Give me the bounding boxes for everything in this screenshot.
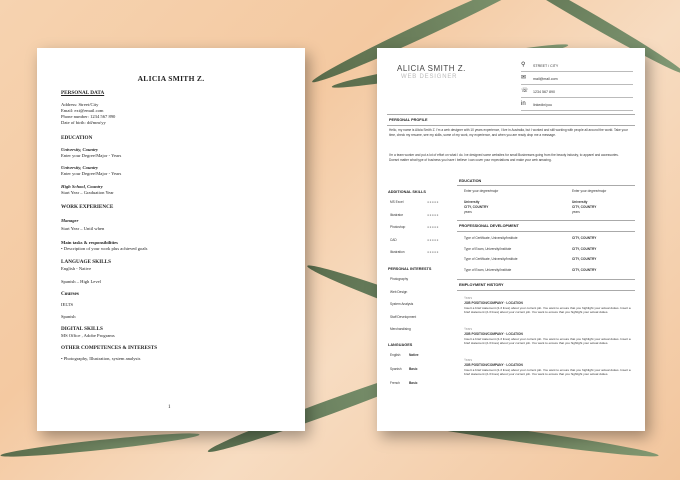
resume-page-right: ALICIA SMITH Z. WEB DESIGNER ⚲ STREET / C… bbox=[377, 48, 645, 431]
contact-row: ✉ mail@mail.com bbox=[521, 75, 633, 85]
resume-name: ALICIA SMITH Z. bbox=[397, 64, 466, 73]
job-title: WEB DESIGNER bbox=[401, 74, 458, 80]
prof-dev-heading: PROFESSIONAL DEVELOPMENT bbox=[459, 224, 519, 228]
contact-value: STREET / CITY bbox=[533, 64, 559, 68]
linkedin-icon: in bbox=[521, 101, 526, 107]
interest-item: Staff Development bbox=[390, 314, 417, 319]
job-years: Years bbox=[464, 358, 473, 362]
job-title: JOB POSITION/COMPANY · LOCATION bbox=[464, 363, 523, 367]
dob-text: Date of birth: dd/mm/yy bbox=[61, 120, 106, 125]
language-1: English - Native bbox=[61, 266, 92, 271]
tasks-detail: • Description of your work plus achieved… bbox=[61, 246, 148, 251]
other-heading: OTHER COMPETENCES & INTERESTS bbox=[61, 345, 158, 351]
edu2-detail: Enter your Degree/Major - Years bbox=[61, 171, 122, 176]
work-heading: WORK EXPERIENCE bbox=[61, 204, 114, 210]
location-pin-icon: ⚲ bbox=[521, 62, 526, 68]
contact-row: ☏ 1234 567 890 bbox=[521, 88, 633, 98]
job-description: Insert a brief statement (2-3 lines) abo… bbox=[464, 368, 631, 377]
employment-heading: EMPLOYMENT HISTORY bbox=[459, 283, 504, 287]
edu1-detail: Enter your Degree/Major - Years bbox=[61, 153, 122, 158]
language-level: Basic bbox=[409, 367, 418, 371]
resume-page-left: ALICIA SMITH Z. PERSONAL DATA Address: S… bbox=[37, 48, 305, 431]
skill-label: Illustration bbox=[390, 250, 405, 254]
language-level: Native bbox=[409, 353, 419, 357]
personal-data-heading: PERSONAL DATA bbox=[61, 90, 105, 96]
interest-item: System Analysis bbox=[390, 302, 414, 306]
edu3-detail: Start Year – Graduation Year bbox=[61, 190, 114, 195]
language-name: Spanish bbox=[390, 367, 402, 371]
skill-rating: ●●●●● bbox=[427, 225, 439, 229]
interests-heading: PERSONAL INTERESTS bbox=[388, 267, 432, 271]
certificate-location: CITY, COUNTRY bbox=[572, 257, 597, 261]
edu-col1-school: University bbox=[464, 200, 480, 204]
interest-item: Web Design bbox=[390, 289, 408, 294]
contact-value: mail@mail.com bbox=[533, 77, 558, 81]
job-years: Years bbox=[464, 327, 473, 331]
skill-label: Illustrator bbox=[390, 212, 404, 217]
profile-paragraph-2: I'm a team worker and put a lot of effor… bbox=[389, 153, 619, 162]
course-2: Spanish bbox=[61, 314, 76, 319]
contact-row: ⚲ STREET / CITY bbox=[521, 62, 633, 72]
education-heading: EDUCATION bbox=[459, 179, 482, 183]
language-heading: LANGUAGE SKILLS bbox=[61, 259, 112, 265]
certificate-name: Type of Certificate, University/Institut… bbox=[464, 257, 518, 261]
certificate-location: CITY, COUNTRY bbox=[572, 236, 597, 240]
skills-heading: ADDITIONAL SKILLS bbox=[388, 190, 426, 194]
edu-col1-years: years bbox=[464, 210, 472, 214]
job-title: JOB POSITION/COMPANY · LOCATION bbox=[464, 332, 523, 336]
certificate-name: Type of Certificate, University/Institut… bbox=[464, 236, 518, 240]
job-title: JOB POSITION/COMPANY · LOCATION bbox=[464, 301, 523, 305]
email-icon: ✉ bbox=[521, 75, 527, 81]
work-years: Start Year – Until when bbox=[61, 226, 105, 231]
certificate-name: Type of Exam, University/Institute bbox=[464, 246, 512, 251]
language-level: Basic bbox=[409, 381, 418, 385]
skill-rating: ●●●●● bbox=[427, 200, 439, 204]
certificate-location: CITY, COUNTRY bbox=[572, 246, 597, 251]
job-description: Insert a brief statement (2-3 lines) abo… bbox=[464, 337, 631, 346]
edu-col1-location: CITY, COUNTRY bbox=[464, 205, 489, 209]
profile-paragraph-1: Hello, my name is Alicia Smith Z. I'm a … bbox=[389, 128, 628, 137]
language-name: English bbox=[390, 353, 401, 357]
other-detail: • Photography, Illustration, system anal… bbox=[61, 356, 141, 361]
digital-detail: MS Office , Adobe Programs bbox=[61, 333, 115, 338]
job-years: Years bbox=[464, 296, 473, 300]
contact-row: in linkedin/you bbox=[521, 101, 633, 111]
skill-rating: ●●●●● bbox=[427, 212, 439, 217]
skill-rating: ●●●●● bbox=[427, 237, 439, 242]
language-name: French bbox=[390, 381, 400, 385]
skill-rating: ●●●●● bbox=[427, 250, 439, 254]
certificate-location: CITY, COUNTRY bbox=[572, 267, 597, 272]
job-description: Insert a brief statement (2-3 lines) abo… bbox=[464, 306, 631, 315]
courses-heading: Courses bbox=[61, 291, 79, 297]
contact-value: 1234 567 890 bbox=[533, 90, 555, 94]
interest-item: Merchandising bbox=[390, 327, 411, 331]
contact-value: linkedin/you bbox=[533, 103, 552, 107]
edu-col2-years: years bbox=[572, 210, 580, 214]
edu-col1-degree: Enter your degree/major bbox=[464, 189, 499, 193]
course-1: IELTS bbox=[61, 302, 74, 307]
interest-item: Photography bbox=[390, 277, 409, 281]
education-heading: EDUCATION bbox=[61, 135, 93, 141]
page-number: 1 bbox=[168, 405, 171, 410]
edu-col2-location: CITY, COUNTRY bbox=[572, 205, 597, 209]
digital-heading: DIGITAL SKILLS bbox=[61, 326, 103, 332]
work-role: Manager bbox=[61, 218, 79, 223]
languages-heading: LANGUAGES bbox=[388, 343, 413, 347]
skill-label: MS Excel bbox=[390, 200, 404, 204]
certificate-name: Type of Exam, University/Institute bbox=[464, 267, 512, 272]
phone-icon: ☏ bbox=[521, 88, 529, 94]
edu-col2-school: University bbox=[572, 200, 588, 204]
profile-heading: PERSONAL PROFILE bbox=[389, 118, 428, 122]
language-2: Spanish – High Level bbox=[61, 279, 101, 284]
skill-label: Photoshop bbox=[390, 225, 406, 229]
resume-name: ALICIA SMITH Z. bbox=[137, 74, 205, 83]
edu-col2-degree: Enter your degree/major bbox=[572, 189, 607, 193]
skill-label: CAD bbox=[390, 237, 397, 242]
